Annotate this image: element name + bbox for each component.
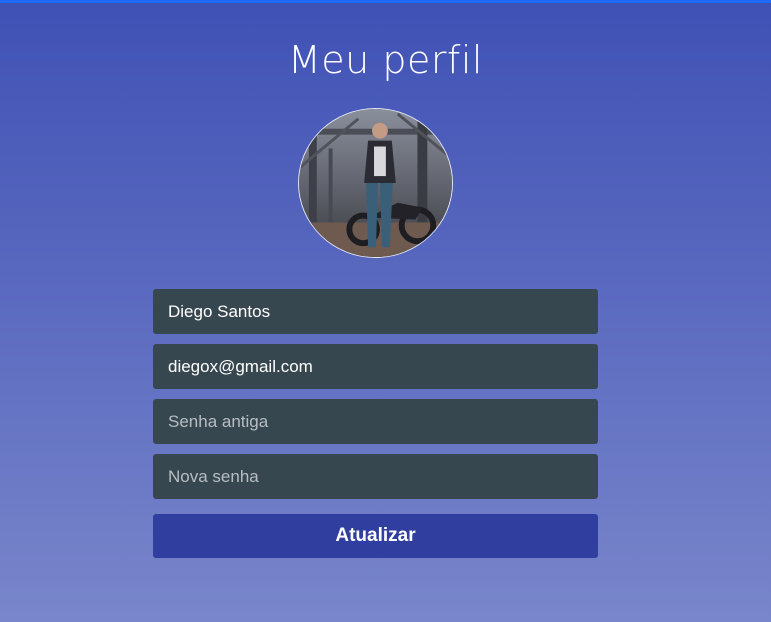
new-password-field[interactable]: [153, 454, 598, 499]
email-field[interactable]: [153, 344, 598, 389]
top-accent-bar: [0, 0, 771, 3]
page-title: Meu perfil: [288, 38, 483, 82]
old-password-field[interactable]: [153, 399, 598, 444]
avatar-photo: [299, 109, 452, 257]
update-button[interactable]: Atualizar: [153, 514, 598, 558]
avatar[interactable]: [298, 108, 453, 258]
name-field[interactable]: [153, 289, 598, 334]
profile-form: Atualizar: [153, 289, 598, 558]
